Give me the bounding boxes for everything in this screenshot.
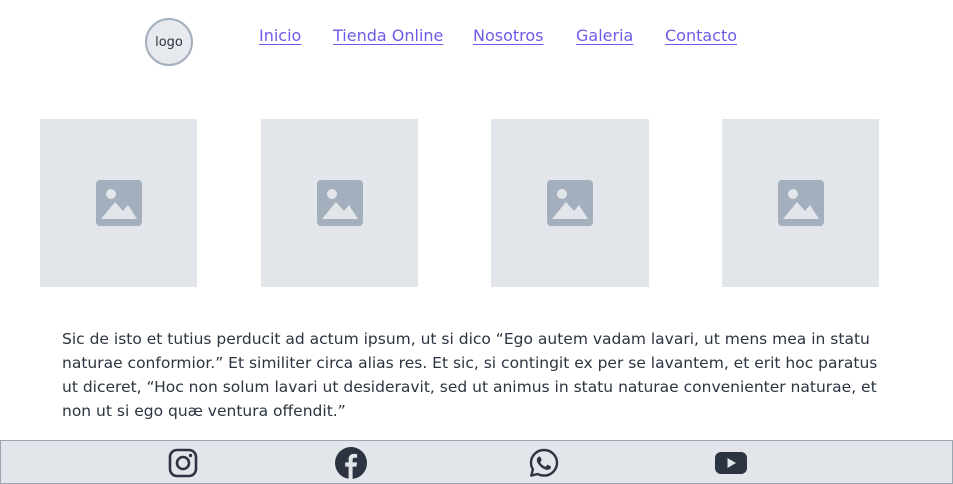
facebook-link[interactable]	[334, 446, 368, 480]
youtube-link[interactable]	[714, 446, 748, 480]
whatsapp-icon	[529, 448, 559, 477]
gallery-item	[491, 119, 649, 287]
image-placeholder-icon	[95, 180, 142, 226]
youtube-icon	[715, 452, 747, 474]
facebook-icon	[335, 447, 367, 479]
image-placeholder-icon	[547, 180, 593, 226]
body-paragraph: Sic de isto et tutius perducit ad actum …	[62, 330, 878, 420]
gallery-item	[40, 119, 197, 287]
nav-link-galeria[interactable]: Galeria	[576, 26, 633, 45]
image-placeholder-icon	[777, 180, 824, 226]
gallery-item	[261, 119, 418, 287]
nav-link-tienda-online[interactable]: Tienda Online	[333, 26, 443, 45]
nav-link-contacto[interactable]: Contacto	[665, 26, 737, 45]
instagram-link[interactable]	[166, 446, 200, 480]
nav-link-inicio[interactable]: Inicio	[259, 26, 301, 45]
whatsapp-link[interactable]	[527, 446, 561, 480]
gallery-item	[722, 119, 879, 287]
footer	[0, 440, 953, 484]
main-nav: Inicio Tienda Online Nosotros Galeria Co…	[0, 26, 953, 50]
image-placeholder-icon	[316, 180, 363, 226]
nav-link-nosotros[interactable]: Nosotros	[473, 26, 544, 45]
instagram-icon	[168, 448, 198, 478]
